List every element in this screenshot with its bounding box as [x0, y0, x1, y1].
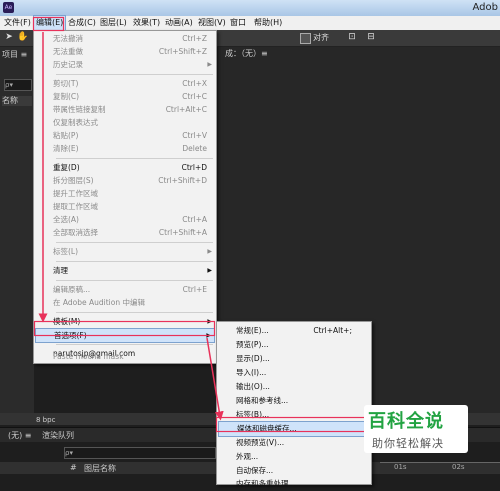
pref-labels[interactable]: 标签(B)...: [218, 408, 370, 422]
menu-item-edit-in-audition[interactable]: 在 Adobe Audition 中编辑: [35, 296, 215, 309]
menu-view[interactable]: 视图(V): [196, 16, 228, 30]
menu-item-purge[interactable]: 清理 ▶: [35, 264, 215, 277]
menu-item-undo[interactable]: 无法撤消 Ctrl+Z: [35, 32, 215, 45]
tab-timeline-none[interactable]: (无) ≡: [8, 430, 32, 441]
pref-general[interactable]: 常规(E)... Ctrl+Alt+;: [218, 324, 370, 338]
pref-memory-multiprocessing[interactable]: 内存和多重处理...: [218, 477, 370, 491]
align-options-icon[interactable]: ⊡: [347, 32, 357, 43]
menu-animation[interactable]: 动画(A): [163, 16, 195, 30]
menu-item-duplicate[interactable]: 重复(D) Ctrl+D: [35, 161, 215, 174]
window-title: Adob: [472, 2, 498, 13]
menu-item-select-all[interactable]: 全选(A) Ctrl+A: [35, 213, 215, 226]
snap-checkbox[interactable]: [300, 33, 311, 44]
menu-item-paste-mocha-mask[interactable]: Paste mocha mask: [35, 349, 215, 362]
ruler-label: 02s: [452, 463, 465, 471]
pref-grids-guides[interactable]: 网格和参考线...: [218, 394, 370, 408]
hand-tool-icon[interactable]: ✋: [17, 32, 28, 43]
menu-bar: 文件(F) 编辑(E) 合成(C) 图层(L) 效果(T) 动画(A) 视图(V…: [0, 15, 500, 31]
edit-menu: 无法撤消 Ctrl+Z 无法重做 Ctrl+Shift+Z 历史记录 ▶ 剪切(T) C…: [33, 30, 217, 364]
menu-item-lift-work-area[interactable]: 提升工作区域: [35, 187, 215, 200]
col-hash: #: [70, 463, 77, 472]
separator: [56, 242, 213, 243]
separator: [56, 74, 213, 75]
selection-tool-icon[interactable]: ➤: [4, 32, 14, 43]
title-bar: Ae Adob: [0, 0, 500, 17]
project-tab[interactable]: 项目 ≡: [2, 49, 27, 60]
menu-layer[interactable]: 图层(L): [98, 16, 129, 30]
menu-edit[interactable]: 编辑(E): [33, 15, 67, 31]
menu-file[interactable]: 文件(F): [2, 16, 33, 30]
pref-import[interactable]: 导入(I)...: [218, 366, 370, 380]
menu-item-paste[interactable]: 粘贴(P) Ctrl+V: [35, 129, 215, 142]
menu-item-copy-expression[interactable]: 仅复制表达式: [35, 116, 215, 129]
align-label: 对齐: [313, 33, 329, 42]
menu-item-templates[interactable]: 模板(M) ▶: [35, 315, 215, 328]
after-effects-icon: Ae: [3, 2, 14, 13]
menu-item-clear[interactable]: 清除(E) Delete: [35, 142, 215, 155]
ruler-label: 01s: [394, 463, 407, 471]
align-icon[interactable]: ⊟: [366, 32, 376, 43]
separator: [56, 261, 213, 262]
menu-item-split-layer[interactable]: 拆分图层(S) Ctrl+Shift+D: [35, 174, 215, 187]
composition-tab[interactable]: 成：（无）≡: [225, 48, 268, 59]
bit-depth-label[interactable]: 8 bpc: [36, 416, 55, 424]
layer-name-header[interactable]: 图层名称: [84, 463, 116, 474]
pref-auto-save[interactable]: 自动保存...: [218, 464, 370, 478]
submenu-arrow-icon: ▶: [207, 61, 212, 68]
separator: [56, 280, 213, 281]
pref-appearance[interactable]: 外观...: [218, 450, 370, 464]
project-search-input[interactable]: ρ▾: [4, 79, 32, 91]
timeline-search-input[interactable]: ρ▾: [64, 447, 216, 459]
menu-item-label[interactable]: 标签(L) ▶: [35, 245, 215, 258]
watermark-slogan: 助你轻松解决: [372, 437, 444, 450]
time-ruler[interactable]: 01s 02s: [380, 462, 500, 473]
menu-item-copy-with-links[interactable]: 带属性链接复制 Ctrl+Alt+C: [35, 103, 215, 116]
pref-media-disk-cache[interactable]: 媒体和磁盘缓存...: [218, 421, 370, 437]
menu-window[interactable]: 窗口: [228, 16, 248, 30]
preferences-submenu: 常规(E)... Ctrl+Alt+; 预览(P)... 显示(D)... 导入(…: [216, 321, 372, 488]
menu-item-extract-work-area[interactable]: 提取工作区域: [35, 200, 215, 213]
menu-item-history[interactable]: 历史记录 ▶: [35, 58, 215, 71]
submenu-arrow-icon: ▶: [207, 248, 212, 255]
menu-composition[interactable]: 合成(C): [66, 16, 98, 30]
watermark-logo-text: 百科全说: [368, 411, 444, 432]
name-column-header[interactable]: 名称: [2, 96, 32, 106]
separator: [56, 158, 213, 159]
menu-item-redo[interactable]: 无法重做 Ctrl+Shift+Z: [35, 45, 215, 58]
menu-item-deselect-all[interactable]: 全部取消选择 Ctrl+Shift+A: [35, 226, 215, 239]
menu-item-copy[interactable]: 复制(C) Ctrl+C: [35, 90, 215, 103]
menu-item-cut[interactable]: 剪切(T) Ctrl+X: [35, 77, 215, 90]
submenu-arrow-icon: ▶: [207, 267, 212, 274]
menu-help[interactable]: 帮助(H): [252, 16, 284, 30]
menu-effect[interactable]: 效果(T): [131, 16, 162, 30]
separator: [56, 312, 213, 313]
pref-preview[interactable]: 预览(P)...: [218, 338, 370, 352]
submenu-arrow-icon: ▶: [207, 318, 212, 325]
menu-item-edit-original[interactable]: 编辑原稿... Ctrl+E: [35, 283, 215, 296]
tab-render-queue[interactable]: 渲染队列: [42, 430, 74, 441]
pref-display[interactable]: 显示(D)...: [218, 352, 370, 366]
pref-output[interactable]: 输出(O)...: [218, 380, 370, 394]
pref-video-preview[interactable]: 视频预览(V)...: [218, 436, 370, 450]
